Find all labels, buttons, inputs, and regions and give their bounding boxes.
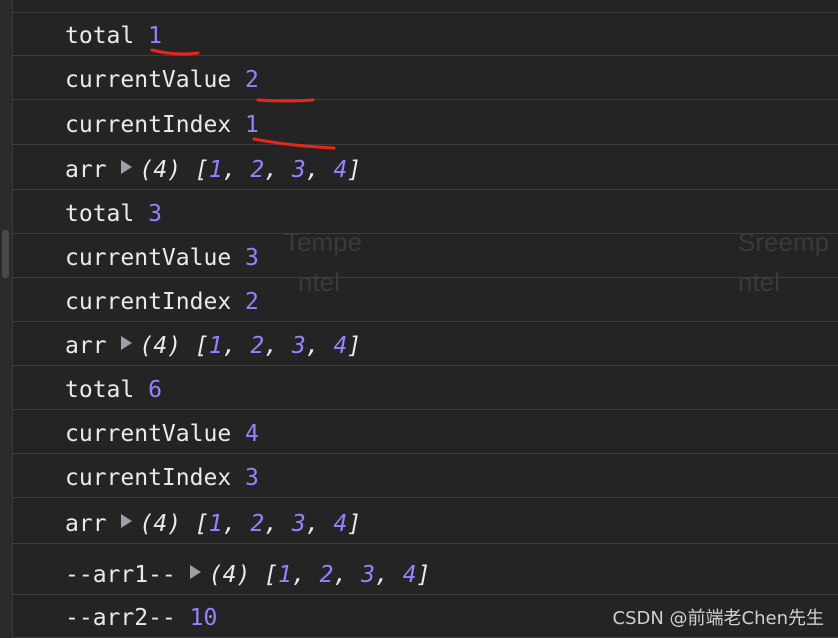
underline-mark bbox=[252, 137, 336, 150]
underline-mark bbox=[150, 48, 200, 56]
watermark: CSDN @前端老Chen先生 bbox=[612, 608, 825, 629]
underline-mark bbox=[256, 98, 315, 103]
console-panel: Tempe ntel Sreemp ntel total 1 currentVal… bbox=[0, 0, 838, 638]
red-underline-annotations bbox=[150, 48, 336, 150]
